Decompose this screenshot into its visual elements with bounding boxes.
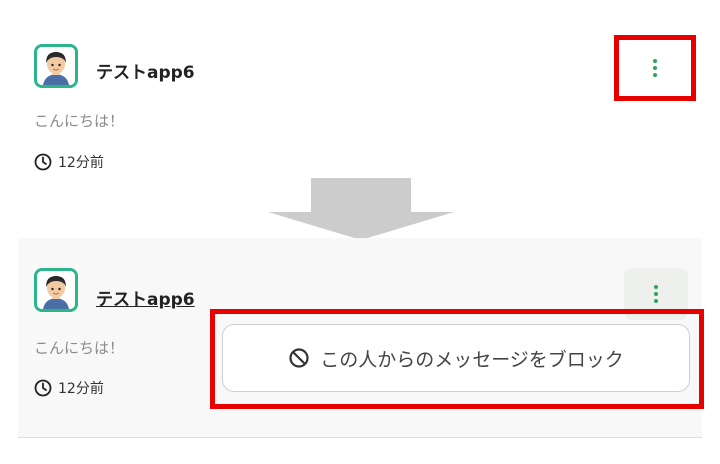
block-button-label: この人からのメッセージをブロック xyxy=(320,348,624,371)
down-arrow-icon xyxy=(266,178,456,240)
more-vertical-icon[interactable] xyxy=(624,42,686,94)
username-link[interactable]: テストapp6 xyxy=(96,285,195,310)
block-icon xyxy=(289,348,309,368)
avatar-icon[interactable] xyxy=(34,44,78,88)
clock-icon xyxy=(34,379,52,397)
post-time: 12分前 xyxy=(34,152,104,172)
username[interactable]: テストapp6 xyxy=(96,58,195,83)
post-card-before xyxy=(18,0,702,178)
post-time: 12分前 xyxy=(34,378,104,398)
message-text: こんにちは！ xyxy=(34,339,125,357)
time-label: 12分前 xyxy=(58,381,104,397)
clock-icon xyxy=(34,153,52,171)
avatar-icon[interactable] xyxy=(34,268,78,312)
divider xyxy=(18,437,702,438)
message-text: こんにちは！ xyxy=(34,112,125,130)
time-label: 12分前 xyxy=(58,155,104,171)
block-user-button[interactable]: この人からのメッセージをブロック xyxy=(222,324,690,392)
